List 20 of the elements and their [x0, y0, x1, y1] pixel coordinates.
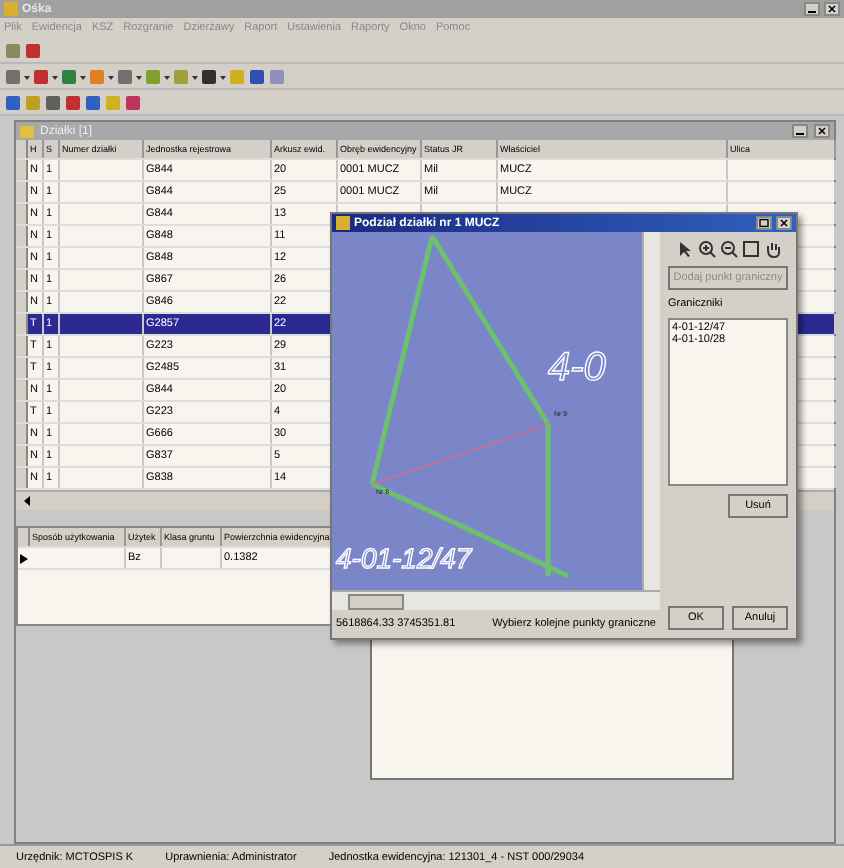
minimize-icon[interactable]: [792, 124, 808, 138]
parcel-number: 4-0: [548, 348, 606, 388]
zoom-in-icon[interactable]: [697, 240, 715, 258]
scroll-thumb[interactable]: [348, 594, 404, 610]
close-icon[interactable]: [776, 216, 792, 230]
app-icon: [336, 216, 350, 230]
folder-icon: [20, 124, 34, 138]
scroll-left-icon[interactable]: [20, 494, 34, 508]
minimize-icon[interactable]: [804, 2, 820, 16]
fit-icon[interactable]: [741, 240, 759, 258]
close-icon[interactable]: [814, 124, 830, 138]
row-pointer-icon: [18, 551, 30, 565]
maximize-icon[interactable]: [756, 216, 772, 230]
close-icon[interactable]: [824, 2, 840, 16]
horizontal-scrollbar[interactable]: [332, 590, 660, 610]
zoom-out-icon[interactable]: [719, 240, 737, 258]
pointer-icon[interactable]: [675, 240, 693, 258]
hand-icon[interactable]: [763, 240, 781, 258]
app-icon: [4, 2, 18, 16]
vertical-scrollbar[interactable]: [642, 232, 660, 590]
